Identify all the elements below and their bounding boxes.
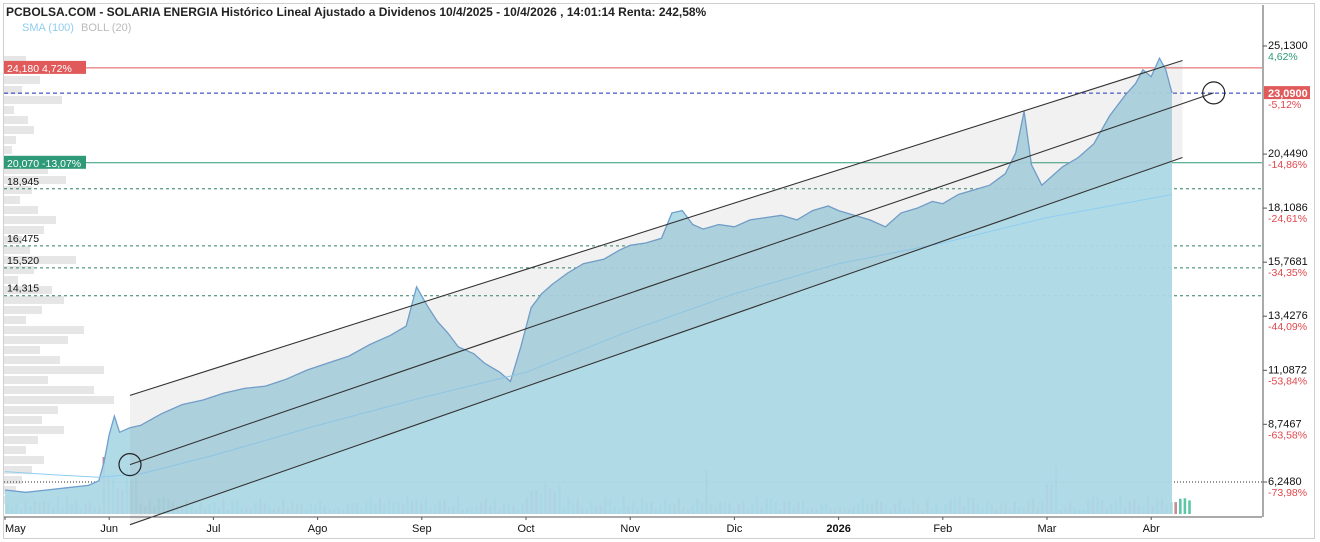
volume-profile-bar (4, 126, 34, 134)
volume-profile-bar (4, 456, 44, 464)
volume-profile-bar (4, 426, 64, 434)
volume-profile-bar (4, 406, 58, 414)
volume-profile-bar (4, 246, 30, 254)
time-axis: May Jun Jul Ago Sep Oct Nov Dic 2026 Feb Mar Abr (4, 516, 1262, 535)
volume-profile (4, 56, 114, 504)
volume-bar (1174, 502, 1177, 514)
price-tick-pct: -44,09% (1268, 321, 1307, 333)
price-tick-pct: -34,35% (1268, 267, 1307, 279)
time-tick-label: Jul (206, 523, 220, 535)
time-tick-label: Ago (308, 523, 328, 535)
volume-profile-bar (4, 296, 64, 304)
time-tick-label: Oct (517, 523, 534, 535)
volume-profile-bar (4, 106, 14, 114)
price-chart[interactable]: 18,945 16,475 15,520 14,315 24,180 4,72% 20,0… (0, 0, 1320, 542)
volume-profile-bar (4, 266, 34, 274)
volume-bar (1183, 498, 1187, 514)
resistance-label: 24,180 4,72% (7, 63, 72, 75)
volume-profile-bar (4, 436, 38, 444)
volume-bar (1188, 500, 1191, 514)
volume-profile-bar (4, 386, 94, 394)
volume-profile-bar (4, 346, 40, 354)
volume-profile-bar (4, 96, 62, 104)
volume-profile-bar (4, 316, 26, 324)
time-tick-label: Sep (412, 523, 432, 535)
price-tick-pct: -73,98% (1268, 487, 1307, 499)
price-tick-pct: -63,58% (1268, 429, 1307, 441)
volume-profile-bar (4, 366, 104, 374)
volume-profile-bar (4, 146, 12, 154)
time-tick-label: Mar (1038, 523, 1057, 535)
level-label: 16,475 (7, 233, 39, 245)
volume-profile-bar (4, 216, 56, 224)
volume-profile-bar (4, 136, 16, 144)
volume-profile-bar (4, 306, 42, 314)
price-tick-pct: -14,86% (1268, 159, 1307, 171)
volume-profile-bar (4, 376, 48, 384)
volume-profile-bar (4, 326, 84, 334)
volume-profile-bar (4, 416, 42, 424)
volume-profile-bar (4, 116, 28, 124)
price-tick-pct: -24,61% (1268, 213, 1307, 225)
volume-profile-bar (4, 336, 68, 344)
volume-profile-bar (4, 446, 26, 454)
time-tick-label: Dic (726, 523, 742, 535)
volume-bar (1179, 498, 1182, 514)
time-tick-label: May (5, 523, 26, 535)
time-tick-label: Abr (1143, 523, 1160, 535)
support-label: 20,070 -13,07% (7, 158, 81, 170)
volume-profile-bar (4, 396, 114, 404)
volume-profile-bar (4, 476, 22, 484)
level-label: 15,520 (7, 255, 39, 267)
time-tick-label: Nov (620, 523, 640, 535)
level-label: 18,945 (7, 176, 39, 188)
time-tick-label: 2026 (826, 523, 850, 535)
volume-profile-bar (4, 356, 60, 364)
volume-profile-bar (4, 76, 40, 84)
price-axis: 25,13004,62%20,4490-14,86%18,1086-24,61%… (1262, 5, 1310, 517)
price-tick-pct: -53,84% (1268, 375, 1307, 387)
volume-profile-bar (4, 206, 38, 214)
time-tick-label: Feb (933, 523, 952, 535)
price-tick-pct: 4,62% (1268, 51, 1298, 63)
level-label: 14,315 (7, 283, 39, 295)
volume-profile-bar (4, 196, 20, 204)
current-price-pct: -5,12% (1268, 99, 1301, 111)
time-tick-label: Jun (100, 523, 118, 535)
